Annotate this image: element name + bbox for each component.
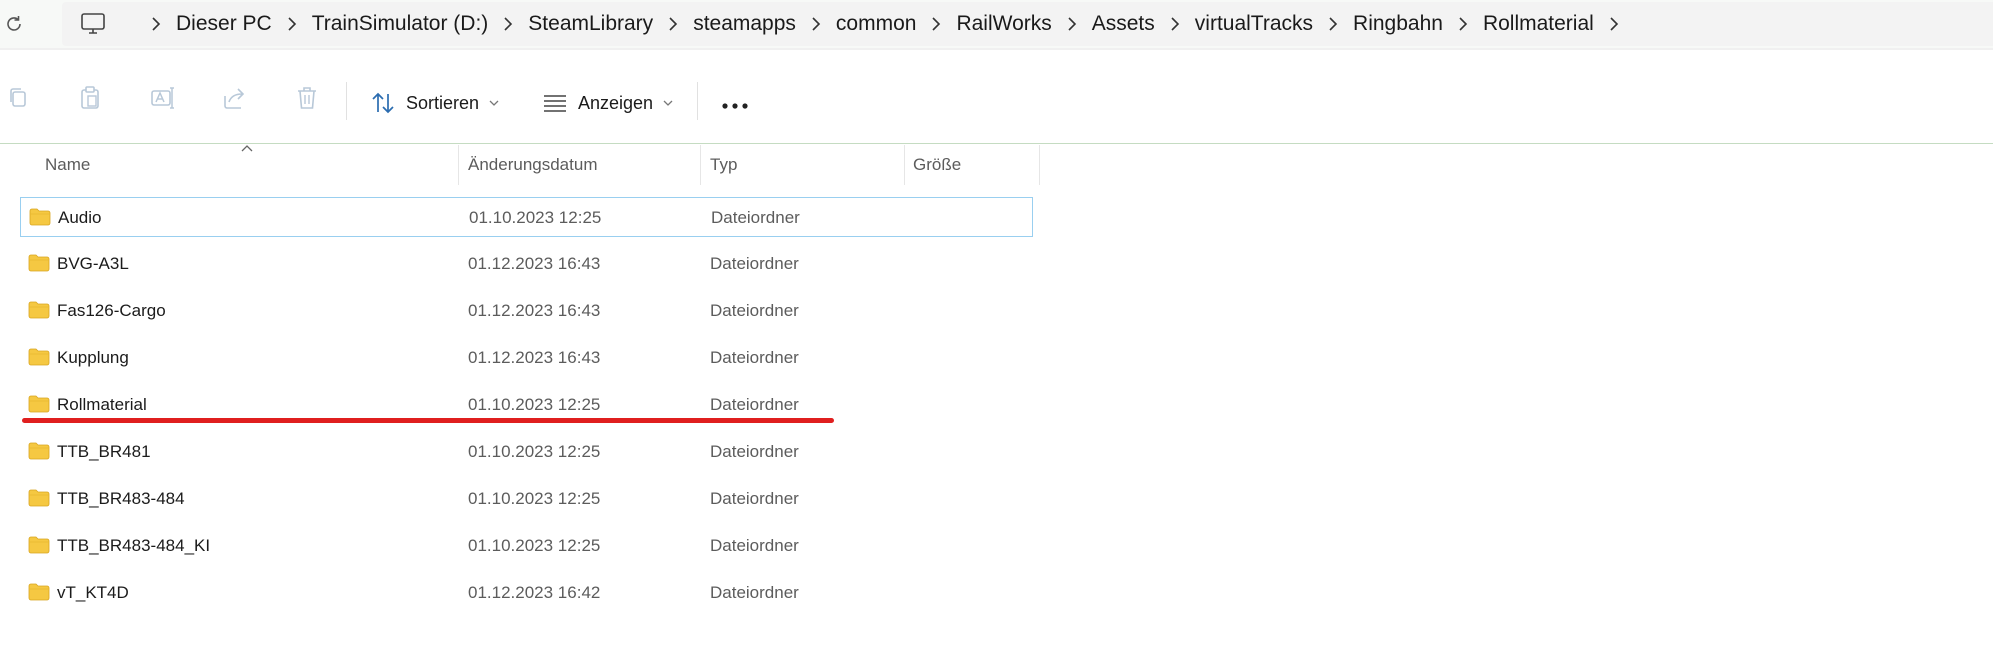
file-date: 01.10.2023 12:25 (469, 208, 602, 227)
file-name: Kupplung (57, 348, 129, 367)
breadcrumb-item[interactable]: steamapps (693, 12, 796, 36)
sort-ascending-icon (241, 145, 253, 152)
share-icon[interactable] (221, 84, 249, 112)
breadcrumb-item[interactable]: SteamLibrary (528, 12, 653, 36)
breadcrumb-item[interactable]: TrainSimulator (D:) (312, 12, 489, 36)
folder-icon (28, 348, 50, 366)
breadcrumb-item[interactable]: Assets (1092, 12, 1155, 36)
breadcrumb-item[interactable]: Ringbahn (1353, 12, 1443, 36)
column-header-size[interactable]: Größe (913, 144, 961, 186)
address-bar-row: Dieser PC TrainSimulator (D:) SteamLibrary… (0, 0, 1993, 48)
file-type: Dateiordner (710, 254, 799, 273)
file-type: Dateiordner (710, 301, 799, 320)
toolbar-border (0, 143, 1993, 144)
breadcrumb-chevron-icon[interactable] (136, 0, 176, 48)
file-name: TTB_BR483-484 (57, 489, 185, 508)
breadcrumb-chevron-icon[interactable] (1155, 0, 1195, 48)
refresh-icon[interactable] (2, 12, 26, 36)
table-row[interactable]: Audio 01.10.2023 12:25 Dateiordner (20, 197, 1033, 237)
folder-icon (28, 536, 50, 554)
folder-icon (28, 301, 50, 319)
breadcrumb-chevron-icon[interactable] (653, 0, 693, 48)
breadcrumb-item[interactable]: RailWorks (956, 12, 1051, 36)
view-button[interactable]: Anzeigen (542, 86, 673, 120)
address-bar-divider (0, 48, 1993, 50)
file-type: Dateiordner (710, 348, 799, 367)
sort-label: Sortieren (406, 92, 480, 113)
column-divider[interactable] (904, 145, 905, 185)
annotation-underline (22, 418, 834, 423)
column-header-date[interactable]: Änderungsdatum (468, 144, 597, 186)
file-type: Dateiordner (710, 583, 799, 602)
file-type: Dateiordner (711, 208, 800, 227)
column-header-type[interactable]: Typ (710, 144, 737, 186)
folder-icon (29, 208, 51, 226)
delete-icon[interactable] (293, 84, 321, 112)
breadcrumb-item[interactable]: virtualTracks (1195, 12, 1313, 36)
file-name: TTB_BR483-484_KI (57, 536, 211, 555)
file-name: BVG-A3L (57, 254, 129, 273)
breadcrumb-item[interactable]: Rollmaterial (1483, 12, 1594, 36)
chevron-down-icon (663, 100, 673, 106)
view-label: Anzeigen (578, 92, 654, 113)
copy-icon[interactable] (4, 84, 32, 112)
file-date: 01.10.2023 12:25 (468, 489, 601, 508)
folder-icon (28, 442, 50, 460)
breadcrumb-chevron-icon[interactable] (1594, 0, 1634, 48)
table-row[interactable]: TTB_BR483-484_KI 01.10.2023 12:25 Dateiord… (20, 526, 1033, 566)
file-name: Audio (58, 208, 102, 227)
file-type: Dateiordner (710, 489, 799, 508)
column-header-name[interactable]: Name (45, 144, 90, 186)
paste-icon[interactable] (76, 84, 104, 112)
file-date: 01.10.2023 12:25 (468, 536, 601, 555)
folder-icon (28, 489, 50, 507)
table-row[interactable]: Kupplung 01.12.2023 16:43 Dateiordner (20, 338, 1033, 378)
toolbar-divider (346, 82, 347, 120)
breadcrumb-chevron-icon[interactable] (796, 0, 836, 48)
file-type: Dateiordner (710, 442, 799, 461)
file-name: vT_KT4D (57, 583, 129, 602)
file-date: 01.12.2023 16:43 (468, 348, 601, 367)
table-row[interactable]: Fas126-Cargo 01.12.2023 16:43 Dateiordner (20, 291, 1033, 331)
breadcrumb-chevron-icon[interactable] (916, 0, 956, 48)
view-list-icon (544, 95, 566, 112)
file-date: 01.12.2023 16:43 (468, 301, 601, 320)
table-row[interactable]: vT_KT4D 01.12.2023 16:42 Dateiordner (20, 573, 1033, 613)
sort-button[interactable]: Sortieren (370, 86, 499, 120)
rename-icon[interactable] (149, 84, 177, 112)
toolbar-divider (697, 82, 698, 120)
column-divider[interactable] (1039, 145, 1040, 185)
folder-icon (28, 583, 50, 601)
column-divider[interactable] (458, 145, 459, 185)
chevron-down-icon (489, 100, 499, 106)
table-row[interactable]: BVG-A3L 01.12.2023 16:43 Dateiordner (20, 244, 1033, 284)
table-row[interactable]: TTB_BR483-484 01.10.2023 12:25 Dateiordner (20, 479, 1033, 519)
file-date: 01.12.2023 16:42 (468, 583, 601, 602)
breadcrumb-chevron-icon[interactable] (1052, 0, 1092, 48)
file-name: TTB_BR481 (57, 442, 151, 461)
file-date: 01.10.2023 12:25 (468, 442, 601, 461)
breadcrumb-chevron-icon[interactable] (1443, 0, 1483, 48)
sort-icon (372, 92, 394, 114)
folder-icon (28, 254, 50, 272)
breadcrumb-item[interactable]: Dieser PC (176, 12, 272, 36)
file-name: Fas126-Cargo (57, 301, 166, 320)
breadcrumb-chevron-icon[interactable] (488, 0, 528, 48)
more-options-icon[interactable] (720, 102, 750, 110)
breadcrumb-chevron-icon[interactable] (1313, 0, 1353, 48)
computer-icon[interactable] (80, 11, 106, 37)
file-type: Dateiordner (710, 536, 799, 555)
breadcrumb-item[interactable]: common (836, 12, 917, 36)
breadcrumb-chevron-icon[interactable] (272, 0, 312, 48)
command-bar: Sortieren Anzeigen (0, 52, 1993, 142)
breadcrumb: Dieser PC TrainSimulator (D:) SteamLibrary… (80, 0, 1634, 48)
folder-icon (28, 395, 50, 413)
file-date: 01.12.2023 16:43 (468, 254, 601, 273)
table-row[interactable]: TTB_BR481 01.10.2023 12:25 Dateiordner (20, 432, 1033, 472)
column-divider[interactable] (700, 145, 701, 185)
